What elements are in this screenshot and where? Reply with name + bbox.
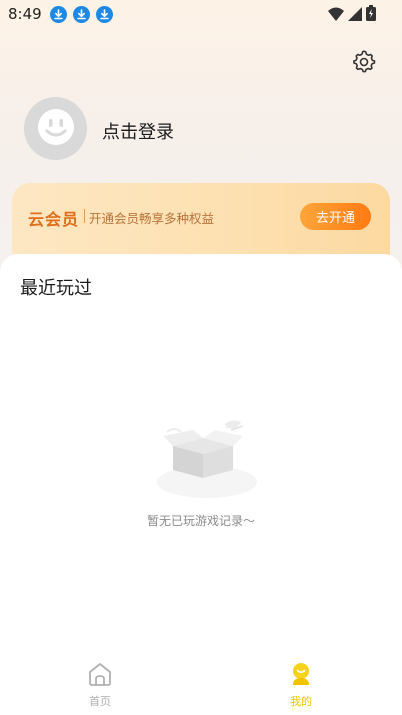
status-time: 8:49 (8, 5, 42, 23)
smiley-avatar-icon (36, 107, 76, 151)
member-description: 开通会员畅享多种权益 (89, 211, 215, 226)
download-icon (95, 5, 113, 23)
battery-icon (366, 5, 376, 25)
wifi-icon (328, 6, 344, 25)
download-icon (72, 5, 90, 23)
home-icon (87, 661, 113, 691)
member-title: 云会员 (28, 210, 80, 229)
gear-icon (352, 50, 376, 78)
tab-home[interactable]: 首页 (70, 661, 130, 711)
settings-button[interactable] (352, 50, 376, 78)
status-bar: 8:49 (0, 0, 402, 28)
empty-box-icon (145, 414, 260, 504)
avatar[interactable] (24, 97, 87, 160)
recent-played-section: 最近玩过 暂无已玩游戏记录～ (0, 254, 402, 715)
status-indicators (328, 5, 376, 25)
tab-bar: 首页 我的 (0, 655, 402, 715)
member-divider (84, 209, 85, 223)
profile-tab-icon (288, 661, 314, 691)
tab-mine[interactable]: 我的 (271, 661, 331, 711)
signal-icon (348, 6, 362, 25)
download-icon (49, 5, 67, 23)
tab-mine-label: 我的 (290, 695, 312, 708)
open-membership-button[interactable]: 去开通 (300, 203, 371, 230)
section-title: 最近玩过 (20, 278, 92, 299)
empty-state-text: 暂无已玩游戏记录～ (146, 514, 255, 528)
login-link[interactable]: 点击登录 (102, 118, 174, 144)
tab-home-label: 首页 (89, 695, 111, 708)
